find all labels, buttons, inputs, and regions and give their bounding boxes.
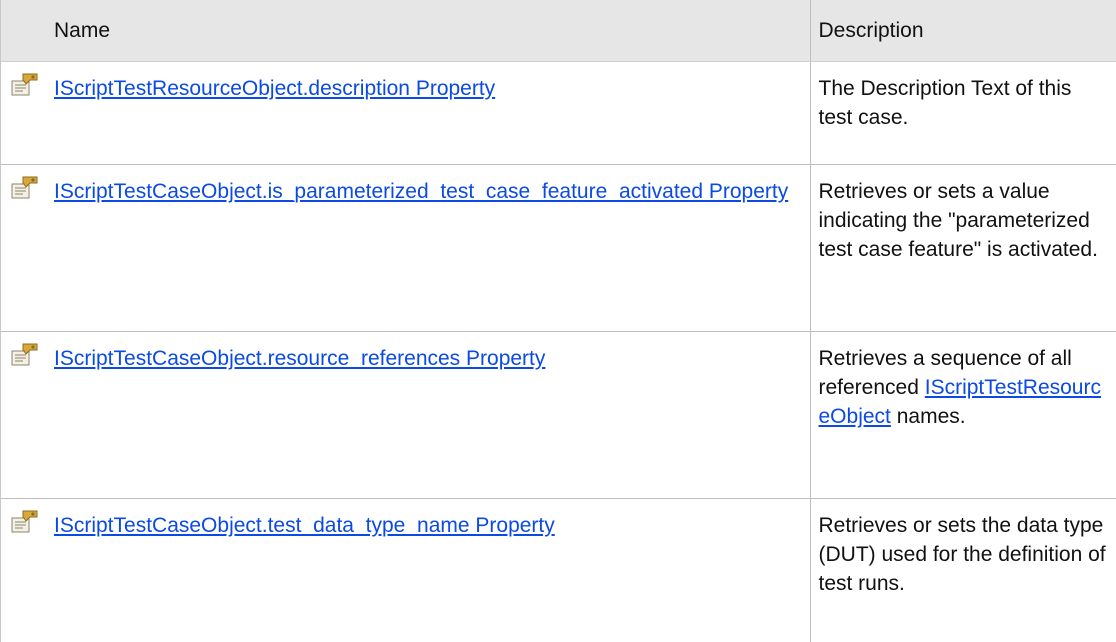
table-header-row: Name Description (0, 0, 1116, 62)
icon-cell (0, 164, 46, 332)
property-link[interactable]: IScriptTestCaseObject.test_data_type_nam… (54, 514, 555, 537)
left-border (0, 0, 1, 642)
table-row: IScriptTestCaseObject.resource_reference… (0, 331, 1116, 499)
property-link[interactable]: IScriptTestCaseObject.is_parameterized_t… (54, 180, 788, 203)
description-cell: Retrieves or sets the data type (DUT) us… (809, 498, 1116, 642)
name-cell: IScriptTestCaseObject.is_parameterized_t… (46, 164, 810, 332)
description-cell: Retrieves or sets a value indicating the… (809, 164, 1116, 332)
name-cell: IScriptTestResourceObject.description Pr… (46, 61, 810, 165)
icon-column-header (0, 0, 46, 62)
name-cell: IScriptTestCaseObject.resource_reference… (46, 331, 810, 499)
property-icon (10, 342, 40, 368)
members-page: Name Description IScriptTestResourceObje… (0, 0, 1116, 642)
table-row: IScriptTestResourceObject.description Pr… (0, 61, 1116, 165)
property-icon (10, 72, 40, 98)
property-icon (10, 509, 40, 535)
description-column-header: Description (809, 0, 1116, 62)
icon-cell (0, 499, 46, 642)
description-cell: The Description Text of this test case. (809, 61, 1116, 165)
table-row: IScriptTestCaseObject.is_parameterized_t… (0, 164, 1116, 332)
description-cell: Retrieves a sequence of all referenced I… (809, 331, 1116, 499)
description-text: names. (896, 405, 966, 428)
name-column-header: Name (46, 0, 810, 62)
name-cell: IScriptTestCaseObject.test_data_type_nam… (46, 499, 810, 642)
icon-cell (0, 61, 46, 165)
table-row: IScriptTestCaseObject.test_data_type_nam… (0, 498, 1116, 642)
property-icon (10, 175, 40, 201)
icon-cell (0, 331, 46, 499)
properties-table: Name Description IScriptTestResourceObje… (0, 0, 1116, 642)
property-link[interactable]: IScriptTestResourceObject.description Pr… (54, 77, 495, 100)
property-link[interactable]: IScriptTestCaseObject.resource_reference… (54, 347, 545, 370)
